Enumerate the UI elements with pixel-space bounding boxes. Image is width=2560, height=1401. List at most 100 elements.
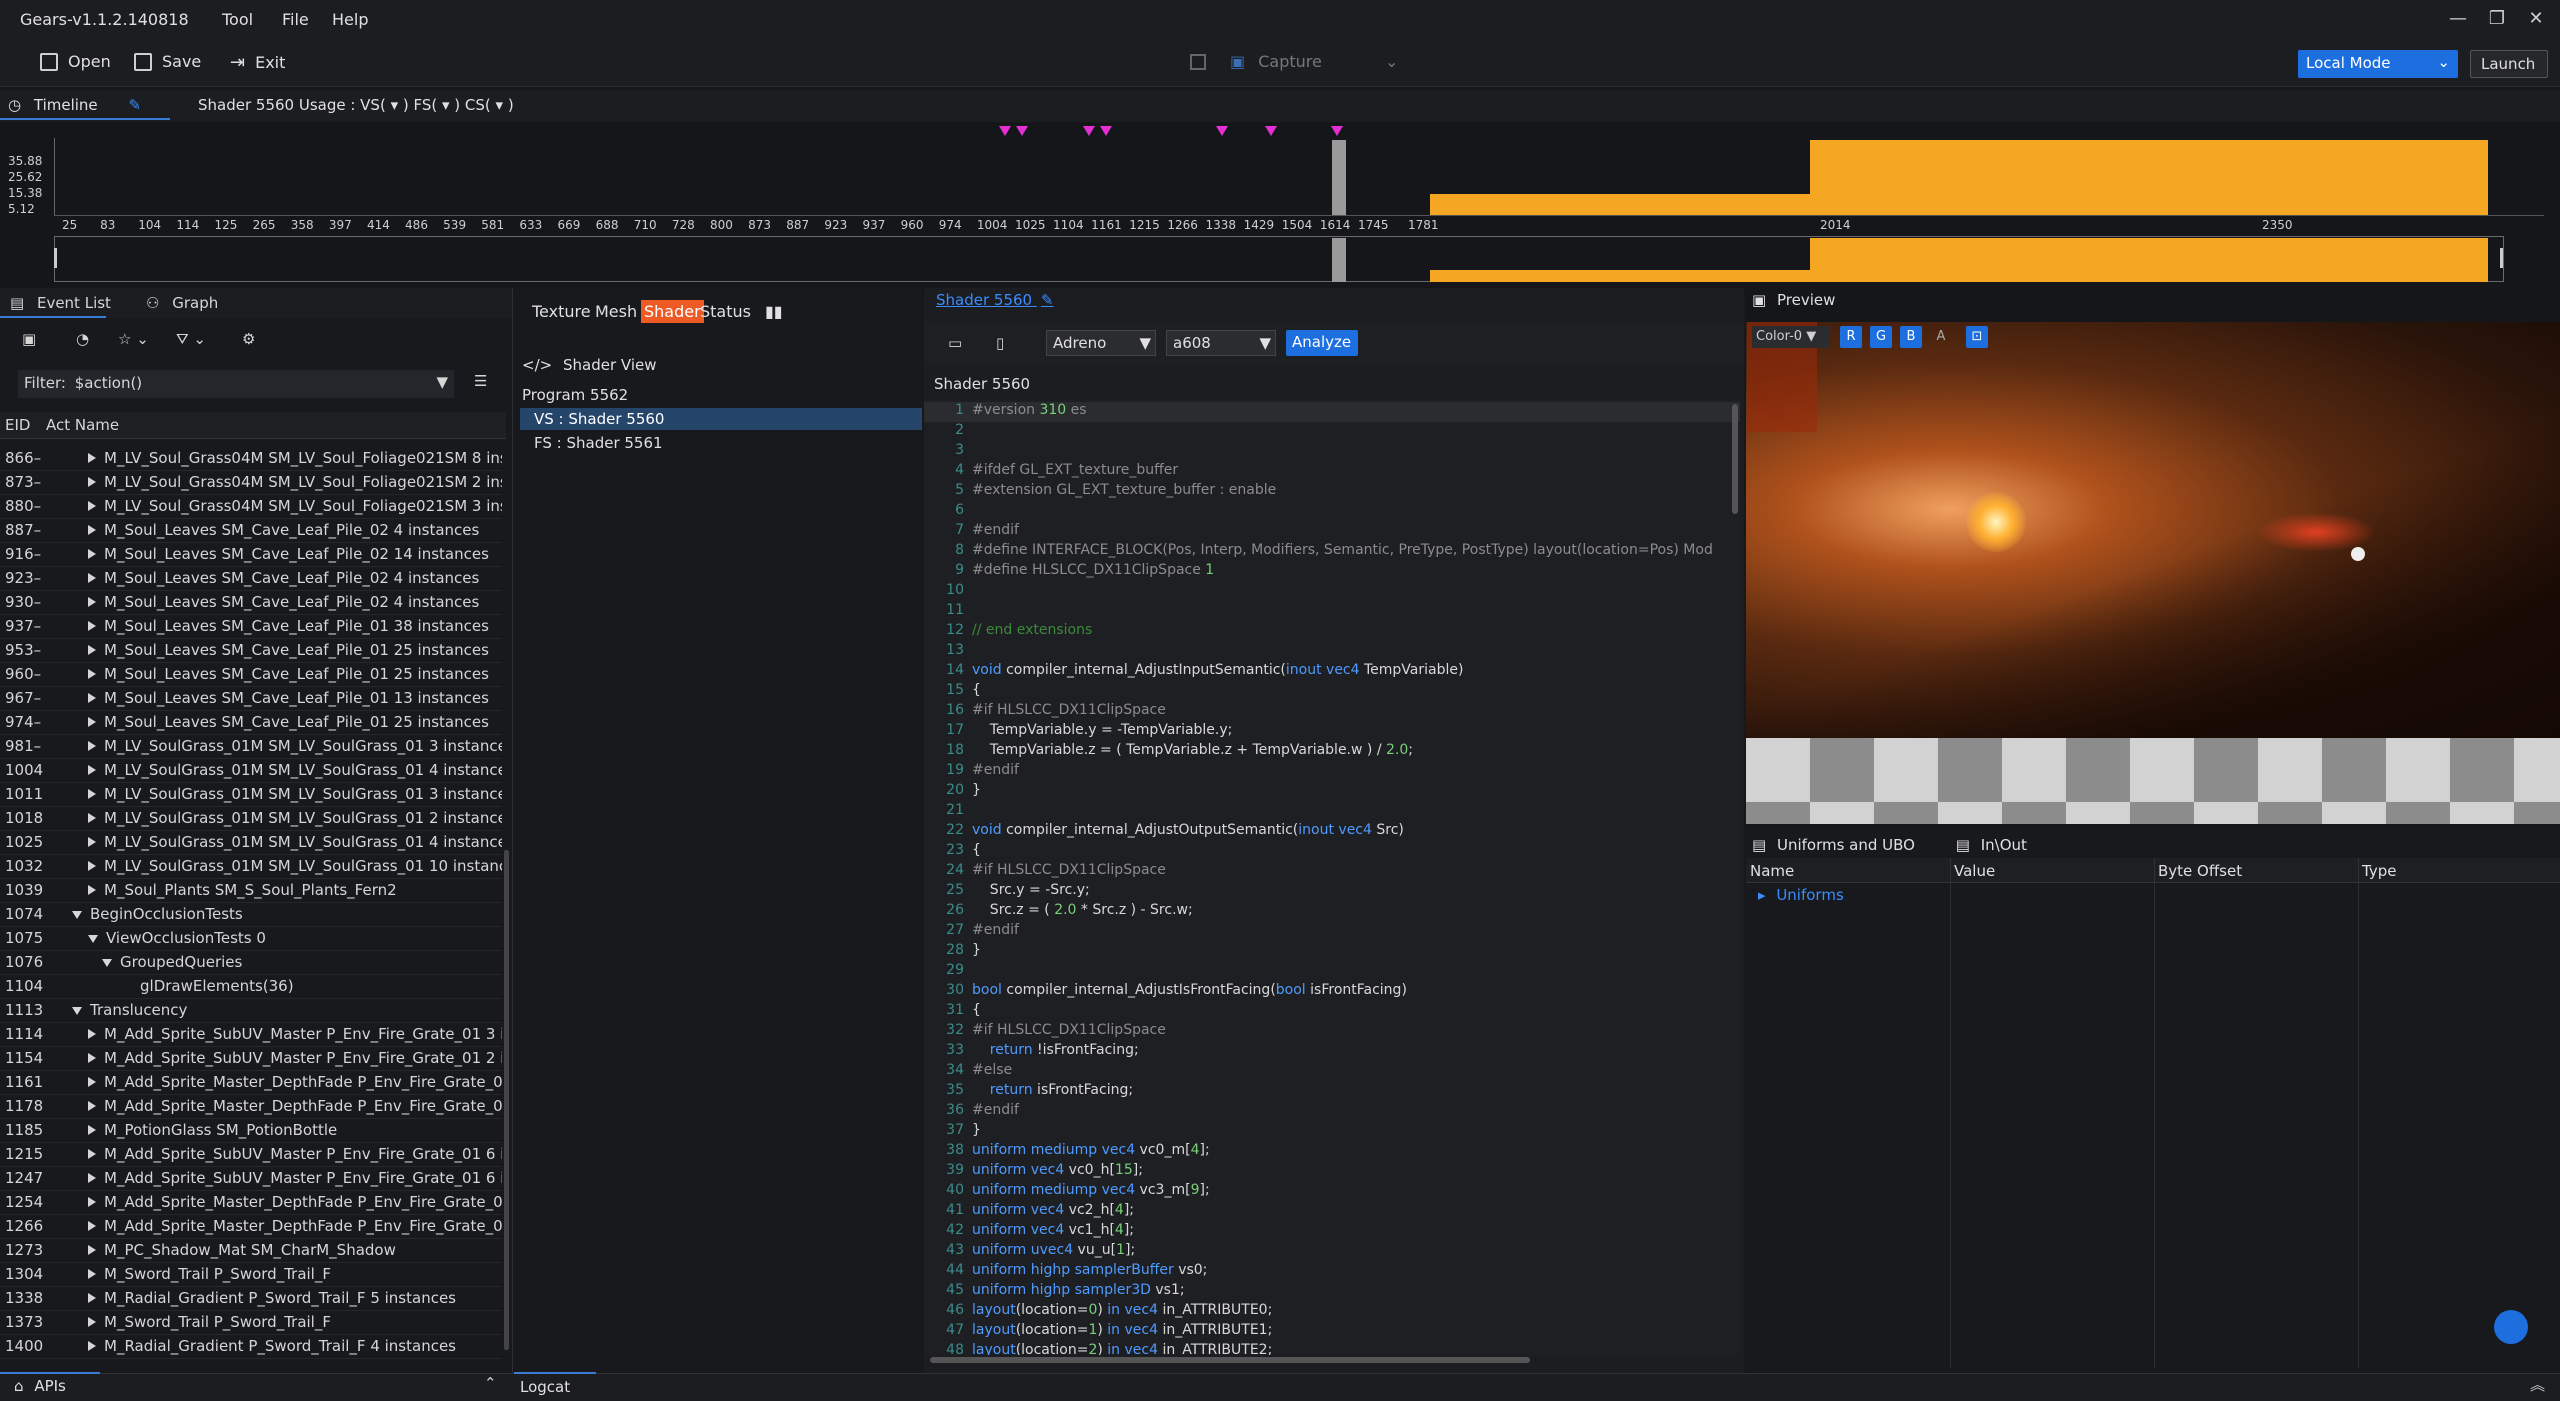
event-row[interactable]: 1075 ViewOcclusionTests 0: [0, 926, 502, 951]
launch-button[interactable]: Launch: [2470, 50, 2548, 78]
event-row[interactable]: 1114 M_Add_Sprite_SubUV_Master P_Env_Fire…: [0, 1022, 502, 1047]
event-row[interactable]: 923– M_Soul_Leaves SM_Cave_Leaf_Pile_02 4…: [0, 566, 502, 591]
uniforms-root-row[interactable]: ▸ Uniforms: [1758, 886, 1844, 904]
expand-arrow-icon[interactable]: [88, 1125, 96, 1135]
mode-select[interactable]: Local Mode ⌄: [2298, 50, 2458, 78]
document-icon[interactable]: ▯: [996, 334, 1004, 352]
shader-code[interactable]: 1 #version 310 es 2 3 4 #ifdef GL_EXT_texture…: [924, 400, 1740, 1355]
minimize-icon[interactable]: —: [2443, 8, 2473, 29]
timeline-bar[interactable]: [1332, 140, 1346, 215]
event-row[interactable]: 930– M_Soul_Leaves SM_Cave_Leaf_Pile_02 4…: [0, 590, 502, 615]
usage-marker[interactable]: [1083, 126, 1095, 136]
event-row[interactable]: 1004 M_LV_SoulGrass_01M SM_LV_SoulGrass_0…: [0, 758, 502, 783]
timeline-bar[interactable]: [1430, 194, 1810, 215]
tab-inout[interactable]: ▤ In\Out: [1956, 836, 2027, 854]
event-row[interactable]: 1178 M_Add_Sprite_Master_DepthFade P_Env_…: [0, 1094, 502, 1119]
fit-view-icon[interactable]: ⊡: [1966, 326, 1988, 348]
save-events-icon[interactable]: ▣: [22, 330, 36, 348]
collapse-arrow-icon[interactable]: [102, 958, 112, 967]
overview-bar[interactable]: [1332, 238, 1346, 282]
funnel-filter-icon[interactable]: ⛛ ⌄: [176, 330, 206, 348]
overview-bar[interactable]: [1810, 238, 2488, 282]
event-row[interactable]: 1076 GroupedQueries: [0, 950, 502, 975]
event-row[interactable]: 960– M_Soul_Leaves SM_Cave_Leaf_Pile_01 2…: [0, 662, 502, 687]
code-h-scrollbar[interactable]: [930, 1357, 1530, 1363]
expand-arrow-icon[interactable]: [88, 1293, 96, 1303]
tab-timeline[interactable]: ◷ Timeline ✎: [8, 96, 141, 114]
shader-link[interactable]: Shader 5560 ✎: [936, 291, 1053, 309]
col-eid[interactable]: EID: [5, 416, 30, 434]
tab-status[interactable]: Status: [697, 300, 754, 323]
channel-b-button[interactable]: B: [1900, 326, 1922, 348]
gauge-icon[interactable]: ◔: [76, 330, 89, 348]
expand-arrow-icon[interactable]: [88, 573, 96, 583]
expand-arrow-icon[interactable]: [88, 1341, 96, 1351]
usage-marker[interactable]: [1331, 126, 1343, 136]
expand-arrow-icon[interactable]: [88, 453, 96, 463]
usage-marker[interactable]: [1016, 126, 1028, 136]
event-row[interactable]: 1104 glDrawElements(36): [0, 974, 502, 999]
event-row[interactable]: 1161 M_Add_Sprite_Master_DepthFade P_Env_…: [0, 1070, 502, 1095]
event-row[interactable]: 1266 M_Add_Sprite_Master_DepthFade P_Env_…: [0, 1214, 502, 1239]
event-row[interactable]: 1273 M_PC_Shadow_Mat SM_CharM_Shadow: [0, 1238, 502, 1263]
menu-help[interactable]: Help: [332, 10, 368, 29]
tab-apis[interactable]: ⌂ APIs: [14, 1377, 66, 1395]
event-row[interactable]: 1247 M_Add_Sprite_SubUV_Master P_Env_Fire…: [0, 1166, 502, 1191]
event-row[interactable]: 1113 Translucency: [0, 998, 502, 1023]
event-row[interactable]: 1400 M_Radial_Gradient P_Sword_Trail_F 4 …: [0, 1334, 502, 1359]
expand-arrow-icon[interactable]: [88, 741, 96, 751]
filter-field[interactable]: Filter: $action() ▼: [18, 370, 454, 398]
filter-options-icon[interactable]: ☰: [474, 372, 487, 390]
event-row[interactable]: 1338 M_Radial_Gradient P_Sword_Trail_F 5 …: [0, 1286, 502, 1311]
channel-r-button[interactable]: R: [1840, 326, 1862, 348]
event-row[interactable]: 1018 M_LV_SoulGrass_01M SM_LV_SoulGrass_0…: [0, 806, 502, 831]
event-row[interactable]: 916– M_Soul_Leaves SM_Cave_Leaf_Pile_02 1…: [0, 542, 502, 567]
expand-arrow-icon[interactable]: [88, 1245, 96, 1255]
expand-arrow-icon[interactable]: [88, 1173, 96, 1183]
open-button[interactable]: Open: [40, 52, 111, 71]
close-icon[interactable]: ✕: [2521, 8, 2551, 29]
expand-arrow-icon[interactable]: [88, 1053, 96, 1063]
collapse-arrow-icon[interactable]: [72, 1006, 82, 1015]
expand-arrow-icon[interactable]: [88, 621, 96, 631]
expand-arrow-icon[interactable]: [88, 645, 96, 655]
model-select[interactable]: a608 ▼: [1166, 330, 1276, 356]
channel-a-button[interactable]: A: [1930, 326, 1952, 348]
col-value[interactable]: Value: [1954, 862, 1995, 880]
overview-bar[interactable]: [1430, 269, 1810, 282]
tab-event-list[interactable]: ▤ Event List: [10, 294, 111, 312]
settings-icon[interactable]: ⚙: [242, 330, 255, 348]
gpu-select[interactable]: Adreno ▼: [1046, 330, 1156, 356]
event-row[interactable]: 1025 M_LV_SoulGrass_01M SM_LV_SoulGrass_0…: [0, 830, 502, 855]
timeline-bar[interactable]: [1810, 140, 2488, 215]
expand-arrow-icon[interactable]: [88, 885, 96, 895]
event-row[interactable]: 1154 M_Add_Sprite_SubUV_Master P_Env_Fire…: [0, 1046, 502, 1071]
code-scrollbar[interactable]: [1732, 404, 1738, 514]
chat-icon[interactable]: [2494, 1310, 2528, 1344]
col-byte-offset[interactable]: Byte Offset: [2158, 862, 2242, 880]
event-row[interactable]: 1074 BeginOcclusionTests: [0, 902, 502, 927]
event-row[interactable]: 1373 M_Sword_Trail P_Sword_Trail_F: [0, 1310, 502, 1335]
tab-texture[interactable]: Texture: [529, 300, 594, 323]
range-handle-left[interactable]: [54, 248, 57, 268]
expand-arrow-icon[interactable]: [88, 789, 96, 799]
event-row[interactable]: 1011 M_LV_SoulGrass_01M SM_LV_SoulGrass_0…: [0, 782, 502, 807]
color-target-select[interactable]: Color-0 ▼: [1752, 326, 1830, 348]
event-row[interactable]: 1304 M_Sword_Trail P_Sword_Trail_F: [0, 1262, 502, 1287]
event-row[interactable]: 974– M_Soul_Leaves SM_Cave_Leaf_Pile_01 2…: [0, 710, 502, 735]
expand-arrow-icon[interactable]: [88, 1317, 96, 1327]
program-label[interactable]: Program 5562: [522, 386, 628, 404]
expand-arrow-icon[interactable]: [88, 549, 96, 559]
image-icon[interactable]: ▭: [948, 334, 962, 352]
event-row[interactable]: 981– M_LV_SoulGrass_01M SM_LV_SoulGrass_0…: [0, 734, 502, 759]
stats-icon[interactable]: ▮▮: [762, 300, 786, 323]
event-row[interactable]: 953– M_Soul_Leaves SM_Cave_Leaf_Pile_01 2…: [0, 638, 502, 663]
exit-button[interactable]: ⇥ Exit: [230, 52, 285, 73]
render-preview-image[interactable]: [1746, 322, 2560, 738]
event-row[interactable]: 1254 M_Add_Sprite_Master_DepthFade P_Env_…: [0, 1190, 502, 1215]
menu-tool[interactable]: Tool: [222, 10, 253, 29]
event-row[interactable]: 873– M_LV_Soul_Grass04M SM_LV_Soul_Foliag…: [0, 470, 502, 495]
tab-uniforms[interactable]: ▤ Uniforms and UBO: [1752, 836, 1920, 854]
expand-arrow-icon[interactable]: [88, 765, 96, 775]
expand-arrow-icon[interactable]: [88, 1269, 96, 1279]
